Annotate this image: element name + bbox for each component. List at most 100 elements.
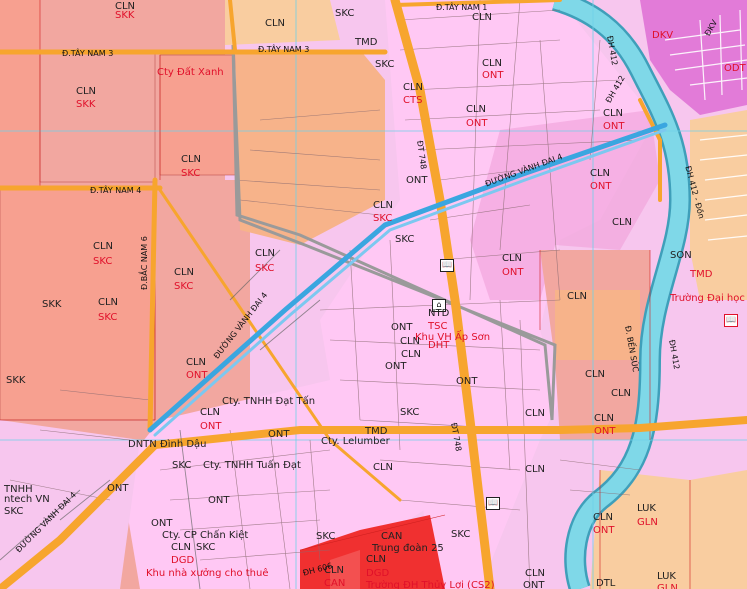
- map-label-l18: ONT: [603, 121, 625, 132]
- map-label-l57: Cty. TNHH Đạt Tấn: [222, 396, 316, 407]
- map-label-l17: CLN: [603, 108, 624, 119]
- map-label-l88: Trung đoàn 25: [372, 543, 444, 554]
- map-label-l70: CLN: [373, 462, 394, 473]
- map-label-l9: ONT: [482, 70, 504, 81]
- map-label-l60: SKC: [400, 407, 420, 418]
- map-label-l67: DNTN Đình Dậu: [128, 439, 207, 450]
- road-label-r1: Đ.TÂY NAM 3: [62, 49, 114, 58]
- book-icon: 📖: [486, 497, 500, 510]
- map-label-l55: ONT: [456, 376, 478, 387]
- land-use-map[interactable]: 📖 📖 📖 ⌂ CLN SKK CLN SKC CLN TMD SKC CLN ONT Cty Đ…: [0, 0, 747, 589]
- map-label-l56: CLN: [611, 388, 632, 399]
- map-label-l15: CLN: [466, 104, 487, 115]
- road-label-r3: Đ.TÂY NAM 4: [90, 186, 142, 195]
- road-label-r10: Đ.BẮC NAM 6: [140, 236, 149, 290]
- map-label-l39: Trường Đại học V: [670, 293, 747, 304]
- map-label-l81: ONT: [151, 518, 173, 529]
- map-label-l59: ONT: [200, 421, 222, 432]
- map-label-l13: CLN: [403, 82, 424, 93]
- map-label-l34: SON: [670, 250, 692, 261]
- map-label-l22: ONT: [590, 181, 612, 192]
- map-label-l53: CLN: [585, 369, 606, 380]
- map-label-l80: ONT: [593, 525, 615, 536]
- map-label-l100: DKV: [652, 30, 674, 41]
- map-label-l95: LUK: [657, 571, 676, 582]
- map-label-l16: ONT: [466, 118, 488, 129]
- map-label-l24: CLN: [373, 200, 394, 211]
- map-label-l3: CLN: [265, 18, 286, 29]
- map-label-l91: Khu nhà xưởng cho thuê: [146, 568, 269, 579]
- map-label-l43: NTD: [428, 308, 450, 319]
- map-label-l40: SKK: [42, 299, 62, 310]
- map-label-l7: SKC: [375, 59, 395, 70]
- map-label-l75: ONT: [208, 495, 230, 506]
- map-base-layer: [0, 0, 747, 589]
- map-label-l77: LUK: [637, 503, 656, 514]
- map-label-l71: CLN: [525, 464, 546, 475]
- map-label-l93: DGD: [366, 568, 390, 579]
- map-label-l21: CLN: [590, 168, 611, 179]
- map-label-l37: SKC: [174, 281, 194, 292]
- map-label-l41: CLN: [98, 297, 119, 308]
- map-label-l33: ONT: [502, 267, 524, 278]
- road-label-r2: Đ.TÂY NAM 3: [258, 45, 310, 54]
- map-label-l50: CLN: [186, 357, 207, 368]
- map-label-l46: ONT: [391, 322, 413, 333]
- map-label-l83: SKC: [316, 531, 336, 542]
- map-label-l69: Cty. TNHH Tuấn Đạt: [203, 460, 301, 471]
- map-label-l68: SKC: [172, 460, 192, 471]
- map-label-l82: Cty. CP Chấn Kiệt: [162, 530, 249, 541]
- map-label-l32: CLN: [502, 253, 523, 264]
- map-label-l29: SKC: [93, 256, 113, 267]
- map-label-l31: SKC: [255, 263, 275, 274]
- map-label-l2: SKK: [115, 10, 135, 21]
- book-icon: 📖: [440, 259, 454, 272]
- map-label-l98: ONT: [523, 580, 545, 589]
- map-label-l44: TSC: [428, 321, 448, 332]
- map-label-l49: CLN: [401, 349, 422, 360]
- map-label-l62: CLN: [594, 413, 615, 424]
- map-label-l65: ONT: [268, 429, 290, 440]
- book-icon: 📖: [724, 314, 738, 327]
- map-label-l6: TMD: [355, 37, 378, 48]
- map-label-l89: DGD: [171, 555, 195, 566]
- map-label-l38: CLN: [567, 291, 588, 302]
- map-label-l66: Cty. Lelumber: [321, 436, 390, 447]
- map-label-l27: SKC: [395, 234, 415, 245]
- map-label-l42: SKC: [98, 312, 118, 323]
- map-label-l85: SKC: [451, 529, 471, 540]
- map-label-l35: TMD: [690, 269, 713, 280]
- map-label-l74: ntech VN: [4, 494, 50, 505]
- map-label-l10: Cty Đất Xanh: [157, 67, 224, 78]
- map-label-l51: ONT: [186, 370, 208, 381]
- map-label-l73: ONT: [107, 483, 129, 494]
- map-label-l14: CTS: [403, 95, 423, 106]
- map-label-l36: CLN: [174, 267, 195, 278]
- map-label-l87: SKC: [196, 542, 216, 553]
- map-label-l19: CLN: [181, 154, 202, 165]
- map-label-l26: CLN: [612, 217, 633, 228]
- map-label-l8: CLN: [482, 58, 503, 69]
- map-label-l84: CAN: [381, 531, 403, 542]
- map-label-l28: CLN: [93, 241, 114, 252]
- map-label-l99: GLN: [657, 583, 678, 589]
- map-label-l79: CLN: [593, 512, 614, 523]
- map-label-l94: CLN: [525, 568, 546, 579]
- map-label-l20: SKC: [181, 168, 201, 179]
- map-label-l25: SKC: [373, 213, 393, 224]
- map-label-l58: CLN: [200, 407, 221, 418]
- map-label-l54: SKK: [6, 375, 26, 386]
- map-label-l12: SKK: [76, 99, 96, 110]
- map-label-l63: ONT: [594, 426, 616, 437]
- map-label-l90: CLN: [366, 554, 387, 565]
- map-label-l23: ONT: [406, 175, 428, 186]
- map-label-l11: CLN: [76, 86, 97, 97]
- map-label-l48: DHT: [428, 340, 450, 351]
- map-label-l96: CAN: [324, 578, 346, 589]
- map-label-l47: CLN: [400, 336, 421, 347]
- map-label-l4: SKC: [335, 8, 355, 19]
- map-label-l78: GLN: [637, 517, 658, 528]
- road-label-r4: Đ.TÂY NAM 1: [436, 3, 488, 12]
- map-label-l101: ODT: [724, 63, 746, 74]
- map-label-l45: Khu VH Ấp Sơn: [415, 332, 491, 343]
